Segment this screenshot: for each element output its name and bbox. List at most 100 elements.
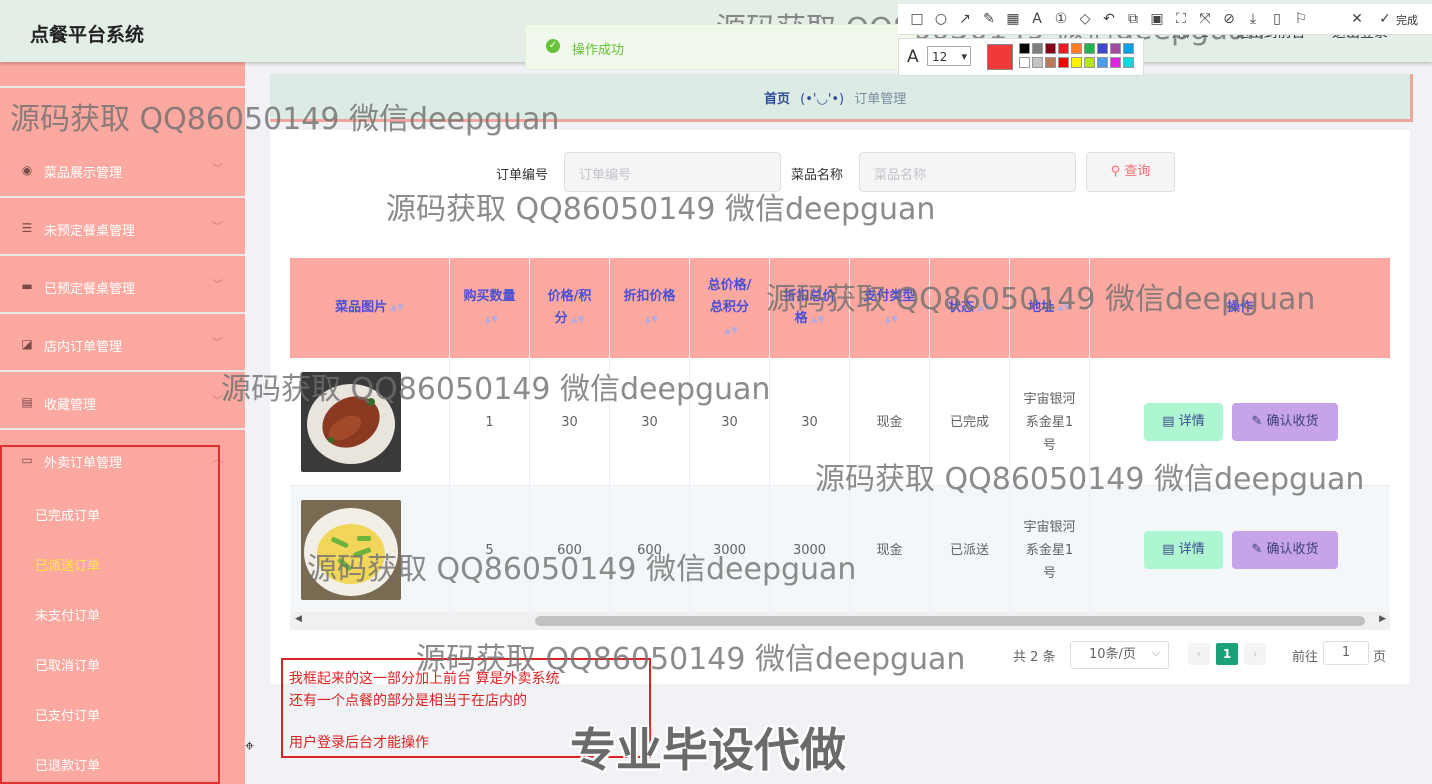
breadcrumb-home[interactable]: 首页 xyxy=(764,92,790,107)
prev-page-button[interactable]: ‹ xyxy=(1188,643,1210,665)
pay-type-cell: 现金 xyxy=(850,486,930,614)
sidebar-item-dine-in-orders[interactable]: ◪ 店内订单管理 ﹀ xyxy=(0,316,245,372)
color-swatch[interactable] xyxy=(1045,43,1056,54)
arrow-tool-icon[interactable]: ↗ xyxy=(956,11,974,27)
confirm-receipt-button[interactable]: ✎ 确认收货 xyxy=(1232,403,1338,441)
col-status[interactable]: 状态 ▲▼ xyxy=(930,258,1010,358)
chevron-down-icon: ﹀ xyxy=(212,336,223,349)
goto-label: 前往 xyxy=(1292,650,1319,665)
bookmark-icon[interactable]: ⚐ xyxy=(1292,11,1310,27)
address-cell: 宇宙银河系金星1号 xyxy=(1010,358,1090,486)
horizontal-scrollbar[interactable]: ◀ ▶ xyxy=(290,612,1390,630)
stop-icon[interactable]: ⊘ xyxy=(1220,11,1238,27)
translate-icon[interactable]: ⤧ xyxy=(1196,11,1214,27)
sidebar-item-dishes[interactable]: ◉ 菜品展示管理 ﹀ xyxy=(0,142,245,198)
edit-icon: ✎ xyxy=(1251,414,1267,429)
toast-message: 操作成功 xyxy=(572,43,625,58)
color-swatch[interactable] xyxy=(1071,57,1082,68)
color-swatch[interactable] xyxy=(1071,43,1082,54)
table-header: 菜品图片 ▲▼ 购买数量 ▲▼ 价格/积分 ▲▼ 折扣价格 ▲▼ 总价格/总积分 ▲▼ 折… xyxy=(290,258,1390,358)
next-page-button[interactable]: › xyxy=(1244,643,1266,665)
save-icon[interactable]: ⤓ xyxy=(1244,11,1262,27)
goto-page-input[interactable]: 1 xyxy=(1323,641,1369,665)
detail-button[interactable]: ▤ 详情 xyxy=(1144,531,1223,569)
ellipse-tool-icon[interactable]: ○ xyxy=(932,11,950,27)
col-quantity[interactable]: 购买数量 ▲▼ xyxy=(450,258,530,358)
order-no-input[interactable]: 订单编号 xyxy=(564,152,781,192)
color-swatch[interactable] xyxy=(1019,43,1030,54)
phone-icon[interactable]: ▯ xyxy=(1268,11,1286,27)
dish-image-cell xyxy=(290,358,450,486)
font-size-select[interactable]: 12 xyxy=(927,46,971,67)
actions-cell: ▤ 详情 ✎ 确认收货 xyxy=(1090,486,1390,614)
sidebar-item-top[interactable] xyxy=(0,62,245,88)
dish-photo-egg xyxy=(301,500,401,600)
pen-tool-icon[interactable]: ✎ xyxy=(980,11,998,27)
col-discount-price[interactable]: 折扣价格 ▲▼ xyxy=(610,258,690,358)
scroll-right-icon[interactable]: ▶ xyxy=(1379,614,1386,624)
note-line-2: 还有一个点餐的部分是相当于在店内的 xyxy=(289,693,527,709)
crosshair-cursor-icon: ⌖ xyxy=(245,736,255,755)
undo-icon[interactable]: ↶ xyxy=(1100,11,1118,27)
scrollbar-thumb[interactable] xyxy=(535,616,1365,626)
capture-icon[interactable]: ⛶ xyxy=(1172,11,1190,27)
current-color-swatch[interactable] xyxy=(987,44,1013,70)
color-swatch[interactable] xyxy=(1123,43,1134,54)
color-swatch[interactable] xyxy=(1019,57,1030,68)
color-swatch[interactable] xyxy=(1097,43,1108,54)
confirm-receipt-button[interactable]: ✎ 确认收货 xyxy=(1232,531,1338,569)
dish-image-cell xyxy=(290,486,450,614)
color-swatch[interactable] xyxy=(1084,57,1095,68)
detail-button[interactable]: ▤ 详情 xyxy=(1144,403,1223,441)
close-icon[interactable]: ✕ xyxy=(1348,11,1366,27)
sidebar-item-label: 店内订单管理 xyxy=(44,340,123,355)
color-swatch[interactable] xyxy=(1058,43,1069,54)
done-button[interactable]: 完成 xyxy=(1396,12,1418,28)
total-cell: 3000 xyxy=(690,486,770,614)
color-swatch[interactable] xyxy=(1110,57,1121,68)
color-swatch[interactable] xyxy=(1045,57,1056,68)
color-swatch[interactable] xyxy=(1123,57,1134,68)
order-no-label: 订单编号 xyxy=(496,168,549,183)
address-cell: 宇宙银河系金星1号 xyxy=(1010,486,1090,614)
col-dish-image[interactable]: 菜品图片 ▲▼ xyxy=(290,258,450,358)
eraser-tool-icon[interactable]: ◇ xyxy=(1076,11,1094,27)
query-button[interactable]: ⚲ 查询 xyxy=(1086,152,1175,192)
document-icon: ▤ xyxy=(1162,414,1179,429)
status-cell: 已派送 xyxy=(930,486,1010,614)
ocr-icon[interactable]: ▣ xyxy=(1148,11,1166,27)
check-icon[interactable]: ✓ xyxy=(1376,11,1394,27)
sidebar-item-reserved-tables[interactable]: ▬ 已预定餐桌管理 ﹀ xyxy=(0,258,245,314)
color-swatch[interactable] xyxy=(1084,43,1095,54)
dish-name-label: 菜品名称 xyxy=(791,168,844,183)
color-swatch[interactable] xyxy=(1032,43,1043,54)
chevron-down-icon: ﹀ xyxy=(212,162,223,175)
text-tool-icon[interactable]: A xyxy=(1028,11,1046,27)
mosaic-tool-icon[interactable]: ▦ xyxy=(1004,11,1022,27)
sidebar-item-favorites[interactable]: ▤ 收藏管理 ﹀ xyxy=(0,374,245,430)
page-number-current[interactable]: 1 xyxy=(1216,643,1238,665)
sidebar-item-label: 未预定餐桌管理 xyxy=(44,224,136,239)
number-tool-icon[interactable]: ① xyxy=(1052,11,1070,27)
search-icon: ⚲ xyxy=(1110,164,1121,179)
dish-name-input[interactable]: 菜品名称 xyxy=(859,152,1076,192)
sidebar-item-unreserved-tables[interactable]: ☰ 未预定餐桌管理 ﹀ xyxy=(0,200,245,256)
color-swatch[interactable] xyxy=(1058,57,1069,68)
color-swatch[interactable] xyxy=(1032,57,1043,68)
col-total-price[interactable]: 总价格/总积分 ▲▼ xyxy=(690,258,770,358)
qty-cell: 5 xyxy=(450,486,530,614)
pin-icon[interactable]: ⧉ xyxy=(1124,11,1142,27)
color-swatch[interactable] xyxy=(1097,57,1108,68)
sidebar-item-label: 已预定餐桌管理 xyxy=(44,282,136,297)
clipboard-icon: ▤ xyxy=(21,395,33,409)
col-pay-type[interactable]: 支付类型 ▲▼ xyxy=(850,258,930,358)
rectangle-tool-icon[interactable]: □ xyxy=(908,11,926,27)
page-size-select[interactable]: 10条/页 xyxy=(1070,640,1169,669)
scroll-left-icon[interactable]: ◀ xyxy=(295,614,302,624)
col-discount-total[interactable]: 折扣总价格 ▲▼ xyxy=(770,258,850,358)
col-price[interactable]: 价格/积分 ▲▼ xyxy=(530,258,610,358)
color-swatch[interactable] xyxy=(1110,43,1121,54)
bulb-icon: ◉ xyxy=(21,163,33,177)
col-address[interactable]: 地址 ▲▼ xyxy=(1010,258,1090,358)
annotation-text-options: A 12 xyxy=(898,38,1144,76)
